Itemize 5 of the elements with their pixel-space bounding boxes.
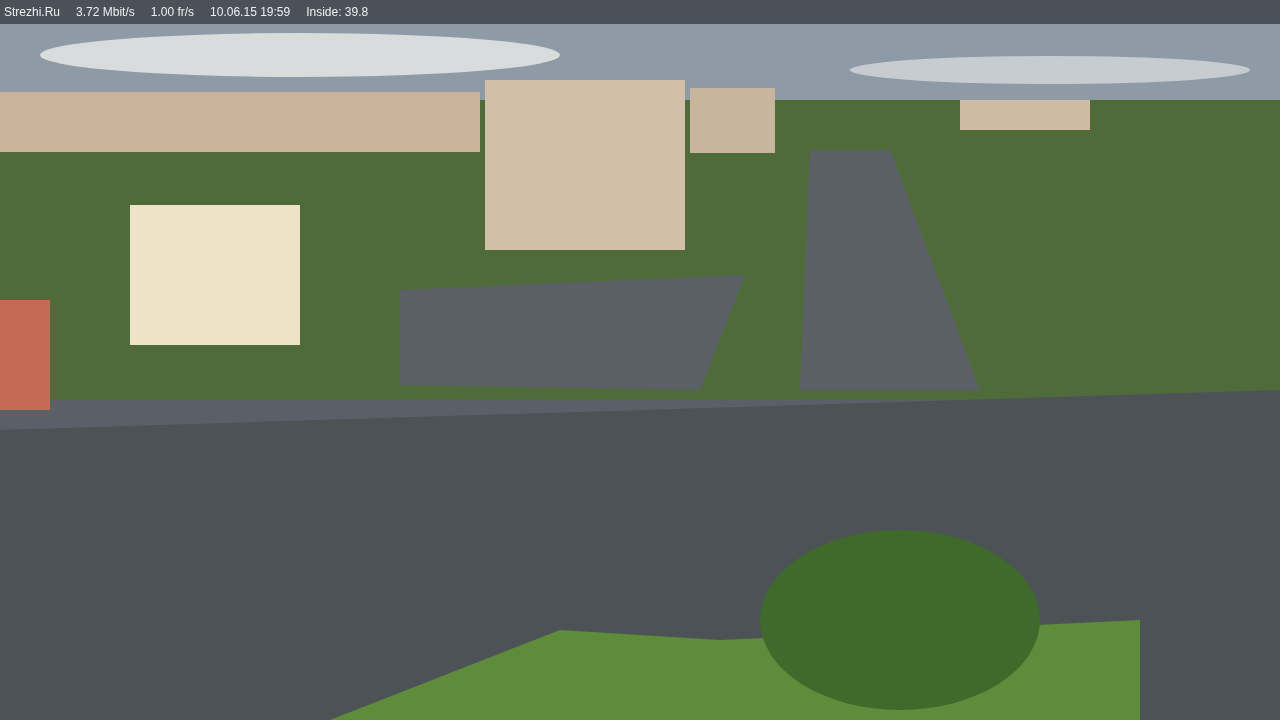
status-text: Strezhi.Ru	[4, 4, 61, 21]
status-text: Inside: 39.8	[306, 4, 369, 21]
status-text: 3.72 Mbit/s	[76, 4, 135, 21]
status-text: 1.00 fr/s	[150, 4, 195, 21]
status-text: 10.06.15 19:59	[210, 4, 291, 21]
